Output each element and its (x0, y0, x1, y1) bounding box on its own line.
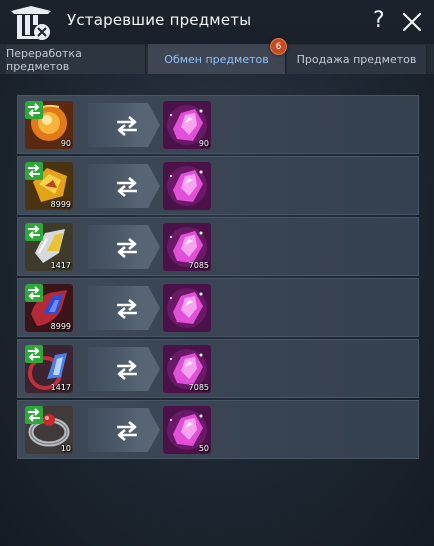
tab-item-recycling[interactable]: Переработка предметов (6, 45, 146, 74)
result-item-slot[interactable] (163, 284, 211, 332)
exchange-arrow-panel (88, 347, 160, 391)
pink-crystal-icon (163, 284, 211, 332)
exchange-arrow-panel (88, 103, 160, 147)
swap-arrows-icon (117, 360, 137, 380)
swap-arrows-icon (117, 116, 137, 136)
source-item-slot[interactable]: 8999 (25, 284, 73, 332)
help-button[interactable]: ? (373, 8, 385, 33)
exchange-badge-icon (25, 406, 43, 424)
notification-badge: 6 (270, 38, 287, 55)
source-item-quantity: 10 (60, 444, 71, 453)
result-item-quantity: 7085 (188, 261, 209, 270)
pink-crystal-icon (163, 162, 211, 210)
exchange-row[interactable]: 1417 7085 (17, 217, 419, 276)
armor-emblem-icon (11, 6, 51, 40)
swap-arrows-icon (117, 421, 137, 441)
title-bar: Устаревшие предметы ? (0, 0, 434, 44)
source-item-slot[interactable]: 1417 (25, 223, 73, 271)
result-item-slot[interactable]: 7085 (163, 345, 211, 393)
result-item-slot[interactable]: 7085 (163, 223, 211, 271)
exchange-arrow-panel (88, 408, 160, 452)
result-item-slot[interactable]: 50 (163, 406, 211, 454)
source-item-quantity: 1417 (50, 383, 71, 392)
exchange-row[interactable]: 10 50 (17, 400, 419, 459)
tab-bar: Переработка предметов Обмен предметов Пр… (0, 44, 434, 74)
exchange-badge-icon (25, 345, 43, 363)
swap-arrows-icon (117, 238, 137, 258)
exchange-arrow-panel (88, 164, 160, 208)
source-item-slot[interactable]: 90 (25, 101, 73, 149)
source-item-quantity: 8999 (50, 200, 71, 209)
source-item-slot[interactable]: 8999 (25, 162, 73, 210)
exchange-list: 90 90 8999 1417 7085 8999 1417 7085 10 5… (17, 95, 419, 459)
source-item-quantity: 8999 (50, 322, 71, 331)
window-title: Устаревшие предметы (67, 11, 252, 29)
exchange-badge-icon (25, 162, 43, 180)
tab-item-sale[interactable]: Продажа предметов (287, 45, 427, 74)
exchange-badge-icon (25, 284, 43, 302)
result-item-quantity: 90 (198, 139, 209, 148)
exchange-row[interactable]: 8999 (17, 156, 419, 215)
result-item-slot[interactable]: 90 (163, 101, 211, 149)
source-item-quantity: 90 (60, 139, 71, 148)
result-item-quantity: 7085 (188, 383, 209, 392)
source-item-slot[interactable]: 1417 (25, 345, 73, 393)
exchange-arrow-panel (88, 225, 160, 269)
source-item-slot[interactable]: 10 (25, 406, 73, 454)
swap-arrows-icon (117, 299, 137, 319)
result-item-slot[interactable] (163, 162, 211, 210)
exchange-badge-icon (25, 223, 43, 241)
exchange-arrow-panel (88, 286, 160, 330)
exchange-badge-icon (25, 101, 43, 119)
close-icon[interactable] (401, 11, 423, 33)
result-item-quantity: 50 (198, 444, 209, 453)
source-item-quantity: 1417 (50, 261, 71, 270)
tab-item-exchange[interactable]: Обмен предметов (148, 44, 286, 74)
swap-arrows-icon (117, 177, 137, 197)
exchange-row[interactable]: 1417 7085 (17, 339, 419, 398)
exchange-row[interactable]: 8999 (17, 278, 419, 337)
exchange-row[interactable]: 90 90 (17, 95, 419, 154)
